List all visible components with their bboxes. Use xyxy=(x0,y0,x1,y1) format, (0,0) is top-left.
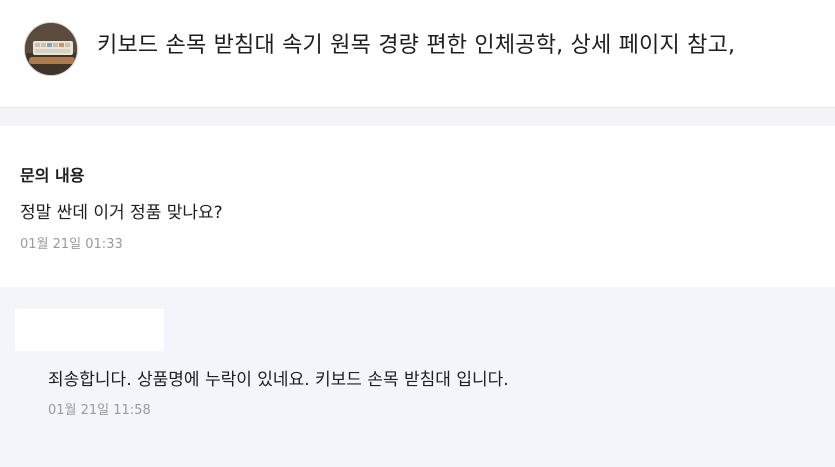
product-header[interactable]: 키보드 손목 받침대 속기 원목 경량 편한 인체공학, 상세 페이지 참고, xyxy=(0,0,835,108)
product-thumbnail[interactable] xyxy=(24,22,78,76)
seller-name-redacted xyxy=(15,309,164,351)
product-title[interactable]: 키보드 손목 받침대 속기 원목 경량 편한 인체공학, 상세 페이지 참고, xyxy=(97,30,735,62)
question-text: 정말 싼데 이거 정품 맞나요? xyxy=(20,203,223,223)
keyboard-image xyxy=(25,23,77,75)
answer-text: 죄송합니다. 상품명에 누락이 있네요. 키보드 손목 받침대 입니다. xyxy=(48,370,509,390)
question-section: 문의 내용 정말 싼데 이거 정품 맞나요? 01월 21일 01:33 xyxy=(0,126,835,287)
answer-timestamp: 01월 21일 11:58 xyxy=(48,403,151,418)
question-timestamp: 01월 21일 01:33 xyxy=(20,237,123,252)
question-label: 문의 내용 xyxy=(20,166,85,185)
answer-section: 죄송합니다. 상품명에 누락이 있네요. 키보드 손목 받침대 입니다. 01월… xyxy=(0,289,835,467)
